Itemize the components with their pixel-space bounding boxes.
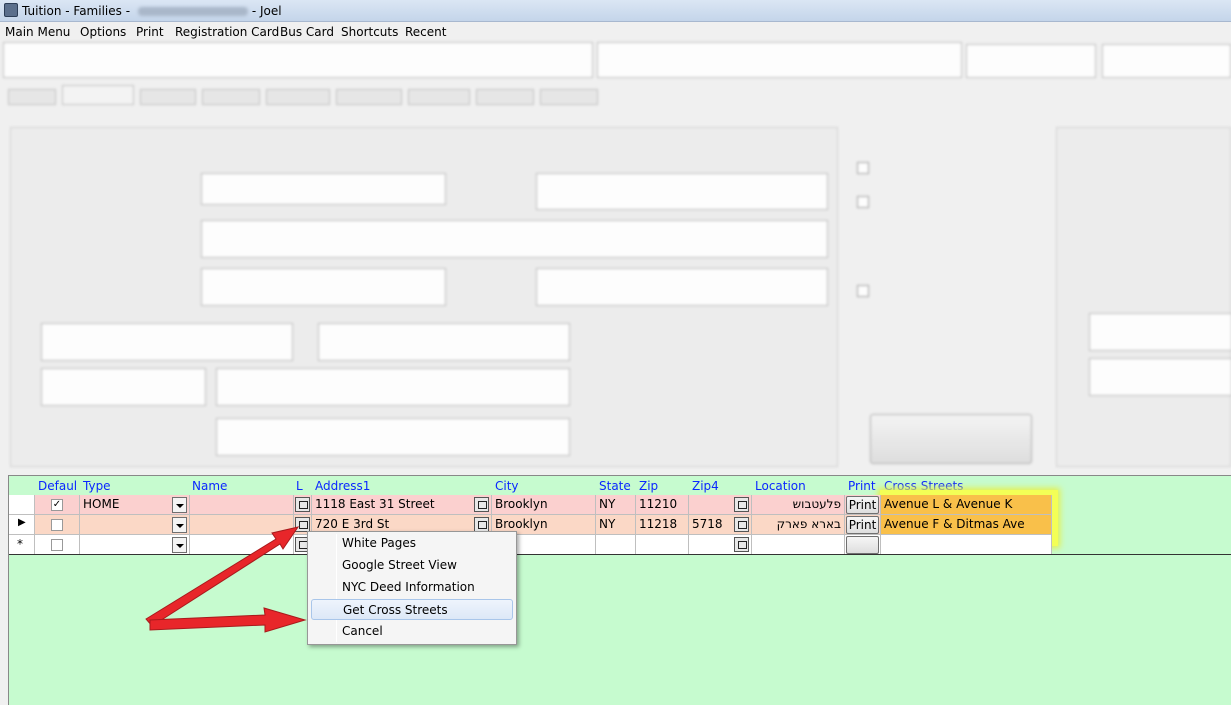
annotation-arrows <box>145 526 307 633</box>
